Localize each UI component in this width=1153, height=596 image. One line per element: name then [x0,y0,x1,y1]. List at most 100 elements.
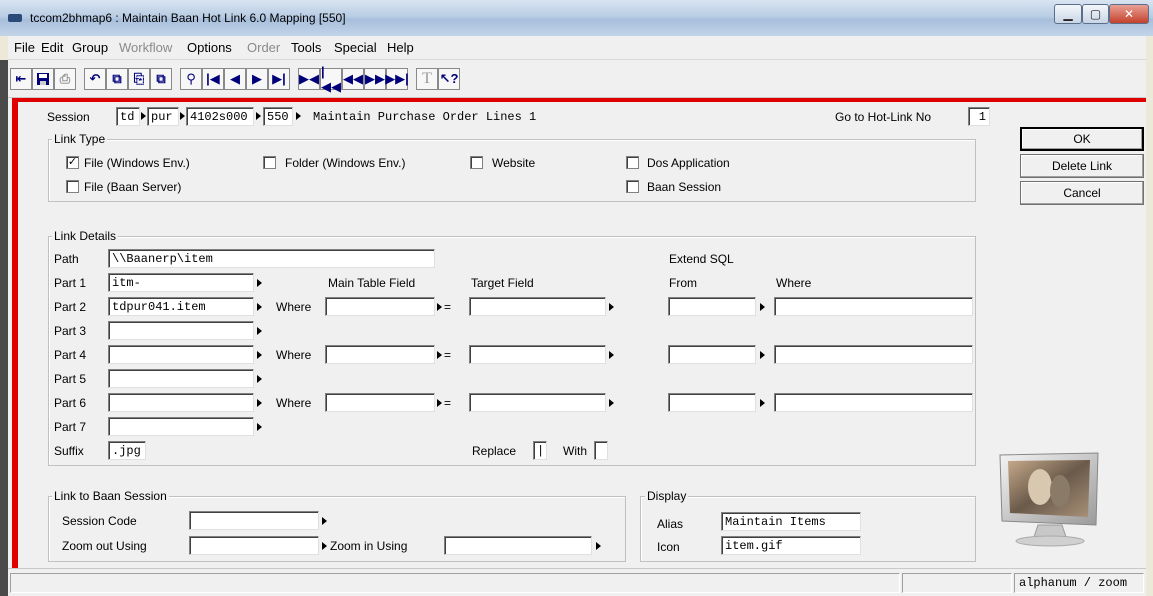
context-help-icon[interactable]: ↖? [438,68,460,90]
from-field-6[interactable] [668,393,756,412]
equals-label: = [444,348,452,362]
main-table-field-6[interactable] [325,393,435,412]
where-field-2[interactable] [774,297,973,316]
zoom-arrow-icon[interactable] [257,327,262,335]
zoom-arrow-icon[interactable] [257,303,262,311]
title-bar[interactable]: tccom2bhmap6 : Maintain Baan Hot Link 6.… [0,0,1153,36]
first-set-icon[interactable]: ▶◀ [298,68,320,90]
maximize-button[interactable]: ▢ [1082,4,1109,24]
zoom-arrow-icon[interactable] [609,303,614,311]
menu-workflow[interactable]: Workflow [119,40,172,55]
zoom-arrow-icon[interactable] [437,351,442,359]
zoom-arrow-icon[interactable] [257,399,262,407]
duplicate-record-icon[interactable]: ⧉ [106,68,128,90]
target-field-2[interactable] [469,297,606,316]
save-icon[interactable] [32,68,54,90]
menu-file[interactable]: File [14,40,35,55]
ok-button[interactable]: OK [1020,127,1144,151]
part-7-field[interactable] [108,417,254,436]
menu-options[interactable]: Options [187,40,232,55]
where-field-6[interactable] [774,393,973,412]
zoom-arrow-icon[interactable] [257,279,262,287]
link-type-title: Link Type [52,132,108,146]
part-4-field[interactable] [108,345,254,364]
cancel-button[interactable]: Cancel [1020,181,1144,205]
part-6-field[interactable] [108,393,254,412]
website-checkbox[interactable] [470,156,483,169]
file-windows-checkbox[interactable]: ✓ [66,156,79,169]
menu-edit[interactable]: Edit [41,40,63,55]
zoom-arrow-icon[interactable] [322,517,327,525]
zoom-arrow-icon[interactable] [760,351,765,359]
zoom-arrow-icon[interactable] [437,303,442,311]
session-number-field[interactable]: 550 [263,107,293,126]
last-set-icon[interactable]: ▶▶| [385,68,409,90]
zoom-arrow-icon[interactable] [760,303,765,311]
baan-session-checkbox[interactable] [626,180,639,193]
part-2-field[interactable]: tdpur041.item [108,297,254,316]
goto-hotlink-field[interactable]: 1 [968,107,990,126]
menu-group[interactable]: Group [72,40,108,55]
delete-link-button[interactable]: Delete Link [1020,154,1144,178]
exit-icon[interactable]: ⇤ [10,68,32,90]
file-baan-server-checkbox[interactable] [66,180,79,193]
extend-sql-label: Extend SQL [669,252,734,266]
from-field-4[interactable] [668,345,756,364]
zoom-arrow-icon[interactable] [257,351,262,359]
part-3-field[interactable] [108,321,254,340]
zoom-arrow-icon[interactable] [322,542,327,550]
zoom-arrow-icon[interactable] [257,423,262,431]
zoom-arrow-icon[interactable] [760,399,765,407]
session-package-field[interactable]: td [116,107,140,126]
folder-windows-checkbox[interactable] [263,156,276,169]
part-5-field[interactable] [108,369,254,388]
zoom-arrow-icon[interactable] [437,399,442,407]
close-button[interactable]: ✕ [1109,4,1149,24]
main-table-field-2[interactable] [325,297,435,316]
dos-application-checkbox[interactable] [626,156,639,169]
zoom-out-field[interactable] [189,536,319,555]
text-icon[interactable]: T [416,68,438,90]
part-1-field[interactable]: itm- [108,273,254,292]
main-table-field-4[interactable] [325,345,435,364]
previous-record-icon[interactable]: ◀ [224,68,246,90]
menu-help[interactable]: Help [387,40,414,55]
find-icon[interactable]: ⚲ [180,68,202,90]
next-page-icon[interactable]: ▶▶ [364,68,386,90]
previous-page-icon[interactable]: ◀◀ [342,68,364,90]
menu-order[interactable]: Order [247,40,280,55]
menu-tools[interactable]: Tools [291,40,321,55]
undo-icon[interactable]: ↶ [84,68,106,90]
previous-set-icon[interactable]: |◀◀ [320,64,342,94]
minimize-button[interactable]: ▁ [1054,4,1082,24]
zoom-in-field[interactable] [444,536,592,555]
from-field-2[interactable] [668,297,756,316]
zoom-arrow-icon[interactable] [296,112,301,120]
group-records-icon[interactable]: ⧉ [150,68,172,90]
last-record-icon[interactable]: ▶| [268,68,290,90]
path-field[interactable]: \\Baanerp\item [108,249,435,268]
target-field-4[interactable] [469,345,606,364]
suffix-field[interactable]: .jpg [108,441,146,460]
zoom-arrow-icon[interactable] [609,399,614,407]
zoom-arrow-icon[interactable] [141,112,146,120]
copy-icon[interactable]: ⎘ [128,68,150,90]
next-record-icon[interactable]: ▶ [246,68,268,90]
print-icon[interactable]: ⎙ [54,68,76,90]
target-field-6[interactable] [469,393,606,412]
session-code-field[interactable]: 4102s000 [186,107,254,126]
session-code-field[interactable] [189,511,319,530]
where-field-4[interactable] [774,345,973,364]
session-module-field[interactable]: pur [147,107,179,126]
zoom-arrow-icon[interactable] [256,112,261,120]
first-record-icon[interactable]: |◀ [202,68,224,90]
zoom-arrow-icon[interactable] [596,542,601,550]
menu-special[interactable]: Special [334,40,377,55]
zoom-arrow-icon[interactable] [257,375,262,383]
zoom-arrow-icon[interactable] [609,351,614,359]
with-field[interactable] [594,441,608,460]
replace-field[interactable]: | [533,441,547,460]
alias-field[interactable]: Maintain Items [721,512,861,531]
zoom-arrow-icon[interactable] [180,112,185,120]
icon-field[interactable]: item.gif [721,536,861,555]
